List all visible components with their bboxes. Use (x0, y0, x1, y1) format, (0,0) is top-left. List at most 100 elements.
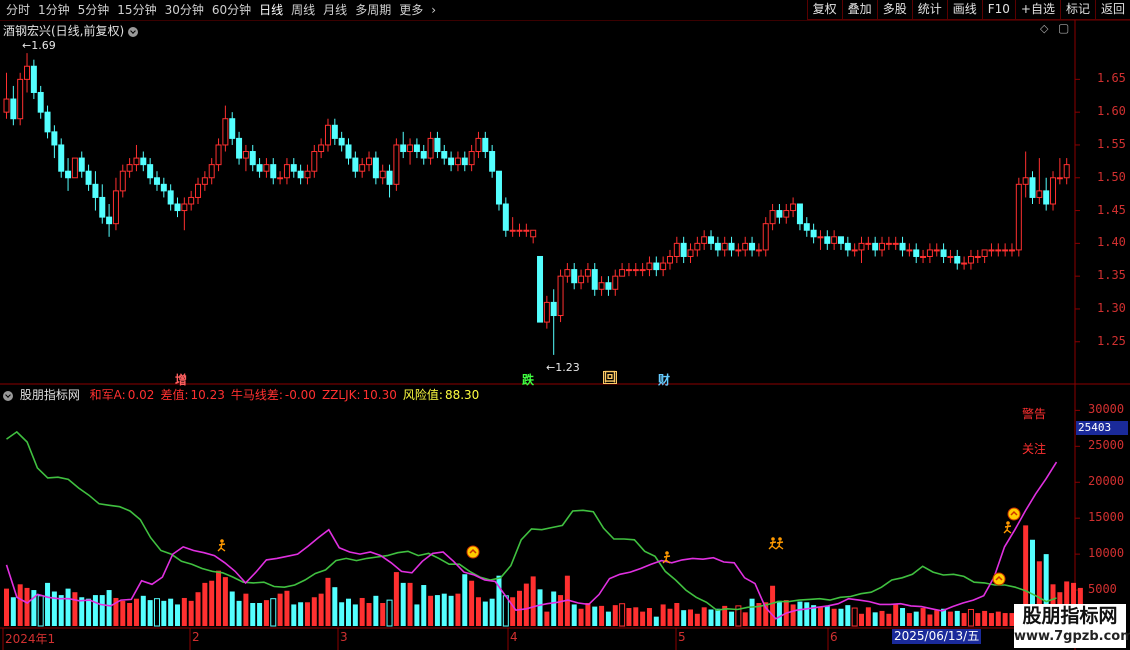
candle-body (625, 269, 632, 272)
candle-body (591, 269, 598, 290)
candle-body (448, 157, 455, 166)
candle-body (495, 170, 502, 205)
candle-body (879, 242, 886, 251)
grid-toggle-icon[interactable]: ▢ (1058, 21, 1069, 35)
event-mark-hui[interactable]: 回 (603, 371, 618, 384)
volume-bar (982, 610, 988, 626)
volume-bar (749, 598, 755, 626)
volume-bar (263, 600, 269, 626)
runner-icon-body (775, 540, 784, 550)
volume-bar (502, 595, 509, 627)
indicator-item-label: ZZLJK: (321, 388, 361, 402)
candle-body (3, 98, 10, 113)
candle-body (680, 242, 687, 257)
volume-bar (578, 608, 584, 626)
candle-body (17, 78, 24, 120)
candle-body (420, 151, 427, 159)
volume-bar (99, 595, 105, 626)
volume-bar (10, 597, 16, 626)
volume-bar (311, 597, 317, 626)
volume-bar (222, 577, 228, 626)
volume-bar (243, 593, 249, 626)
candle-body (1022, 177, 1029, 185)
low-price-value: 1.23 (555, 361, 580, 374)
volume-bar (489, 598, 495, 626)
volume-bar (776, 600, 782, 626)
volume-bar (653, 616, 659, 626)
volume-bar (770, 585, 776, 626)
indicator-item-value: -0.00 (284, 388, 316, 402)
volume-bar (58, 595, 64, 626)
volume-bar (913, 611, 919, 626)
volume-bar (599, 605, 605, 626)
candle-body (1043, 190, 1050, 205)
volume-bar (893, 604, 899, 626)
volume-bar (633, 607, 639, 626)
candle-body (557, 275, 564, 317)
volume-bar (318, 593, 324, 626)
volume-tick: 5000 (1088, 582, 1117, 597)
chevron-down-icon[interactable] (128, 26, 139, 37)
volume-bar (106, 590, 112, 626)
stock-title-row[interactable]: 酒钢宏兴(日线,前复权) (3, 22, 141, 39)
event-mark-cai[interactable]: 财 (658, 371, 670, 388)
chevron-down-icon[interactable] (3, 390, 13, 401)
candle-body (1008, 249, 1015, 252)
volume-bar (988, 613, 994, 626)
volume-bar (175, 604, 180, 626)
volume-bar (325, 577, 331, 626)
volume-bar (667, 608, 673, 626)
volume-bar (879, 610, 885, 626)
candle-body (297, 170, 304, 179)
volume-bar (947, 611, 953, 626)
candle-body (461, 157, 468, 166)
volume-bar (517, 590, 522, 626)
candle-body (201, 177, 208, 185)
indicator-item-1: 差值: 10.23 (160, 388, 224, 402)
volume-bar (626, 608, 632, 626)
volume-bar (838, 608, 844, 626)
candle-body (981, 249, 988, 257)
volume-bar (168, 598, 174, 626)
event-mark-die[interactable]: 跌 (522, 371, 534, 388)
candle-body (345, 144, 352, 159)
volume-bar (967, 608, 974, 627)
volume-bar (79, 597, 85, 626)
candle-body (516, 229, 523, 232)
candle-body (735, 249, 742, 252)
candle-body (413, 144, 420, 153)
candle-body (803, 223, 810, 231)
candle-body (947, 255, 954, 258)
time-tick: 2 (192, 630, 200, 644)
volume-bar (127, 603, 133, 626)
signal-circle-icon (466, 545, 480, 559)
volume-bar (742, 612, 748, 626)
signal-circle-icon (992, 572, 1006, 586)
price-tick: 1.60 (1097, 104, 1126, 119)
candle-body (277, 177, 284, 180)
candle-body (359, 164, 366, 172)
volume-bar (790, 604, 796, 626)
volume-bar (975, 613, 981, 626)
volume-bar (181, 597, 187, 626)
volume-bar (530, 576, 536, 626)
candle-body (133, 157, 140, 166)
high-price-label: ←1.69 (22, 39, 56, 52)
volume-bar (954, 610, 960, 626)
volume-bar (612, 605, 618, 626)
volume-bar (17, 584, 23, 626)
candle-body (407, 144, 414, 153)
candle-body (940, 249, 947, 257)
candle-body (208, 164, 215, 179)
volume-bar (558, 595, 564, 626)
candle-body (967, 255, 974, 264)
diamond-icon[interactable]: ◇ (1040, 22, 1048, 35)
indicator-item-3: ZZLJK: 10.30 (322, 388, 397, 402)
candle-body (543, 301, 550, 323)
indicator-item-2: 牛马线差: -0.00 (231, 388, 316, 402)
candle-body (454, 157, 461, 166)
candle-body (646, 262, 653, 271)
volume-bar (995, 611, 1001, 626)
volume-bar (920, 608, 926, 626)
brand-watermark: 股朋指标网 www.7gpzb.com (1014, 604, 1130, 648)
